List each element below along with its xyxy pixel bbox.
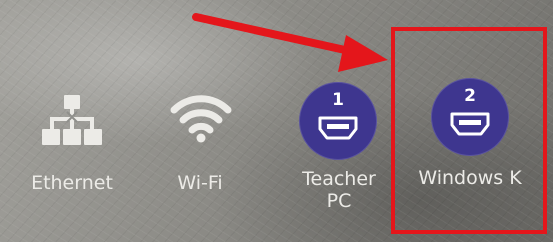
annotation-arrow-icon (192, 13, 388, 72)
screen-photo: Ethernet Wi-Fi 1 Teacher PC 2 Windows K (0, 0, 553, 242)
